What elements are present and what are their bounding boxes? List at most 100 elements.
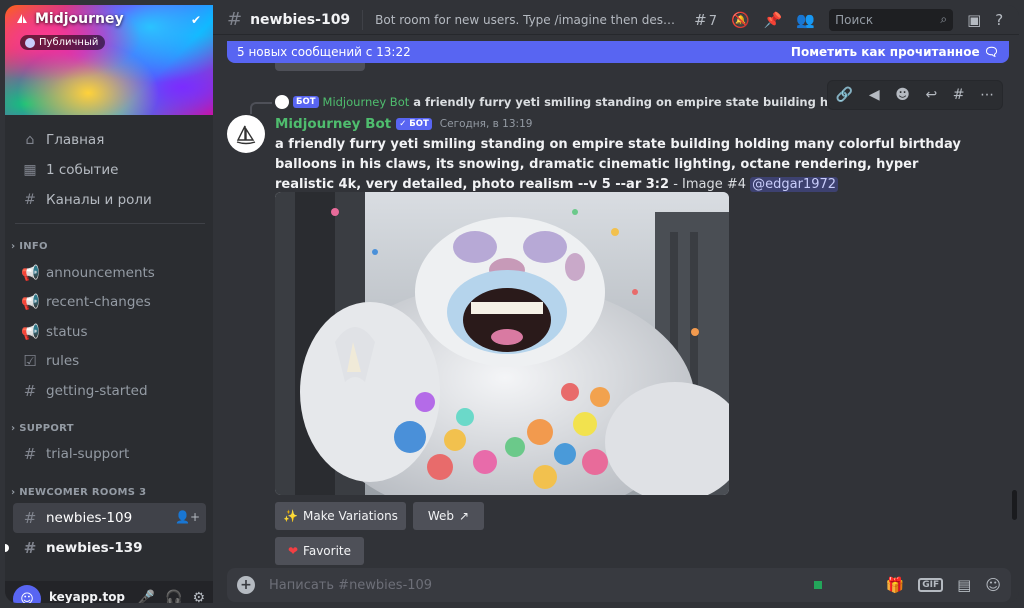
message-content: a friendly furry yeti smiling standing o… [275, 135, 965, 195]
help-icon[interactable]: ? [995, 11, 1003, 29]
nav-home[interactable]: ⌂ Главная [13, 125, 208, 155]
new-messages-text: 5 новых сообщений с 13:22 [237, 45, 411, 59]
generated-image[interactable] [275, 192, 729, 495]
mic-muted-icon[interactable]: 🎤 [138, 590, 155, 603]
message-suffix: - Image #4 [669, 177, 751, 192]
server-header[interactable]: Midjourney ✔ [15, 11, 205, 27]
make-variations-button[interactable]: ✨ Make Variations [275, 502, 406, 530]
channel-rules[interactable]: ☑ rules [13, 346, 206, 376]
previous-message-button [275, 63, 365, 71]
header-toolbar: #7 🔕 📌 👥 [694, 11, 815, 29]
new-messages-bar[interactable]: 5 новых сообщений с 13:22 Пометить как п… [227, 41, 1009, 63]
web-button[interactable]: Web ↗ [413, 502, 484, 530]
channel-status[interactable]: 📢 status [13, 317, 206, 347]
send-icon[interactable]: ◀ [869, 87, 880, 103]
public-badge: Публичный [20, 35, 106, 50]
channel-recent-changes[interactable]: 📢 recent-changes [13, 287, 206, 317]
channel-label: newbies-109 [46, 510, 133, 526]
channel-trial-support[interactable]: # trial-support [13, 439, 206, 469]
threads-icon[interactable]: #7 [694, 11, 717, 29]
channel-label: newbies-139 [46, 540, 143, 556]
mark-read-button[interactable]: Пометить как прочитанное 🗨 [791, 45, 999, 59]
button-label: Web [427, 509, 455, 523]
category-support[interactable]: › SUPPORT [11, 423, 74, 434]
hash-icon: # [227, 9, 243, 30]
reply-icon[interactable]: ↩ [925, 87, 937, 103]
add-reaction-icon[interactable]: ☻ [895, 87, 910, 103]
chevron-down-icon[interactable]: ✔ [191, 13, 201, 27]
scrollbar-thumb[interactable] [1012, 490, 1017, 520]
channels-icon: # [24, 192, 36, 208]
server-nav: ⌂ Главная ▦ 1 событие # Каналы и роли [13, 125, 208, 215]
thread-icon[interactable]: # [953, 87, 965, 103]
notification-muted-icon[interactable]: 🔕 [731, 11, 750, 29]
nav-channels-roles[interactable]: # Каналы и роли [13, 185, 208, 215]
channel-announcements[interactable]: 📢 announcements [13, 258, 206, 288]
home-icon: ⌂ [25, 132, 35, 148]
user-avatar[interactable]: ☺ [13, 585, 41, 603]
channel-newbies-139[interactable]: # newbies-139 [5, 533, 206, 563]
hash-icon: # [23, 382, 37, 400]
header-right: ▣ ? [967, 11, 1003, 29]
favorite-button[interactable]: ❤ Favorite [275, 537, 364, 565]
user-mention[interactable]: @edgar1972 [750, 177, 839, 192]
channel-newbies-109[interactable]: # newbies-109 👤+ [13, 503, 206, 533]
sticker-icon[interactable]: ▤ [957, 576, 971, 594]
message-hover-toolbar: 🔗 ◀ ☻ ↩ # ⋯ [827, 80, 1003, 110]
nav-label: 1 событие [46, 162, 119, 178]
yeti-image [275, 192, 729, 495]
more-icon[interactable]: ⋯ [980, 87, 994, 103]
user-name[interactable]: keyapp.top [49, 590, 125, 603]
emoji-icon[interactable]: ☺ [985, 576, 1001, 594]
search-placeholder: Поиск [835, 12, 874, 27]
bot-tag: БОТ [293, 96, 319, 108]
midjourney-logo-icon [17, 14, 27, 23]
channel-label: rules [46, 353, 80, 369]
gif-button[interactable]: GIF [918, 578, 944, 592]
message-avatar[interactable] [227, 115, 265, 153]
hash-icon: # [23, 509, 37, 527]
message-author[interactable]: Midjourney Bot [275, 116, 391, 132]
inbox-icon[interactable]: ▣ [967, 11, 981, 29]
gift-icon[interactable]: 🎁 [886, 576, 905, 594]
channel-label: announcements [46, 265, 155, 281]
pin-icon[interactable]: 📌 [764, 11, 783, 29]
channel-title: newbies-109 [250, 11, 351, 28]
channel-header: # newbies-109 Bot room for new users. Ty… [213, 5, 1019, 35]
reply-author[interactable]: Midjourney Bot [323, 95, 410, 109]
hash-icon: # [23, 445, 37, 463]
discord-window: Midjourney ✔ Публичный ⌂ Главная ▦ 1 соб… [5, 5, 1019, 603]
channel-topic[interactable]: Bot room for new users. Type /imagine th… [375, 13, 680, 27]
threads-count: 7 [708, 13, 718, 29]
nav-label: Главная [46, 132, 105, 148]
midjourney-logo-icon [236, 125, 256, 145]
composer-tools: 🎁 GIF ▤ ☺ [813, 576, 1001, 594]
user-panel: ☺ keyapp.top 🎤 🎧 ⚙ [5, 581, 213, 603]
channel-label: status [46, 324, 88, 340]
category-newcomer[interactable]: › NEWCOMER ROOMS 3 [11, 487, 146, 498]
server-name: Midjourney [35, 11, 124, 27]
message-timestamp: Сегодня, в 13:19 [439, 118, 533, 130]
add-member-icon[interactable]: 👤+ [175, 510, 200, 524]
channel-getting-started[interactable]: # getting-started [13, 376, 206, 406]
gear-icon[interactable]: ⚙ [192, 590, 205, 603]
channel-label: trial-support [46, 446, 130, 462]
user-controls: 🎤 🎧 ⚙ [138, 590, 205, 603]
add-attachment-icon[interactable]: + [237, 576, 255, 594]
public-label: Публичный [39, 37, 99, 48]
announcement-icon: 📢 [21, 293, 40, 311]
bot-tag: ✓ БОТ [396, 118, 432, 130]
category-info[interactable]: › INFO [11, 241, 48, 252]
search-input[interactable]: Поиск ⌕ [829, 8, 954, 31]
nav-events[interactable]: ▦ 1 событие [13, 155, 208, 185]
hash-icon: # [23, 539, 37, 557]
announcement-icon: 📢 [21, 323, 40, 341]
button-label: Favorite [303, 544, 351, 558]
headphones-icon[interactable]: 🎧 [165, 590, 182, 603]
link-icon[interactable]: 🔗 [836, 87, 853, 103]
message-composer: + Написать #newbies-109 🎁 GIF ▤ ☺ [227, 568, 1011, 602]
status-indicator [813, 581, 822, 589]
unread-indicator [5, 544, 9, 552]
members-icon[interactable]: 👥 [796, 11, 815, 29]
message-input[interactable]: Написать #newbies-109 [269, 578, 814, 593]
